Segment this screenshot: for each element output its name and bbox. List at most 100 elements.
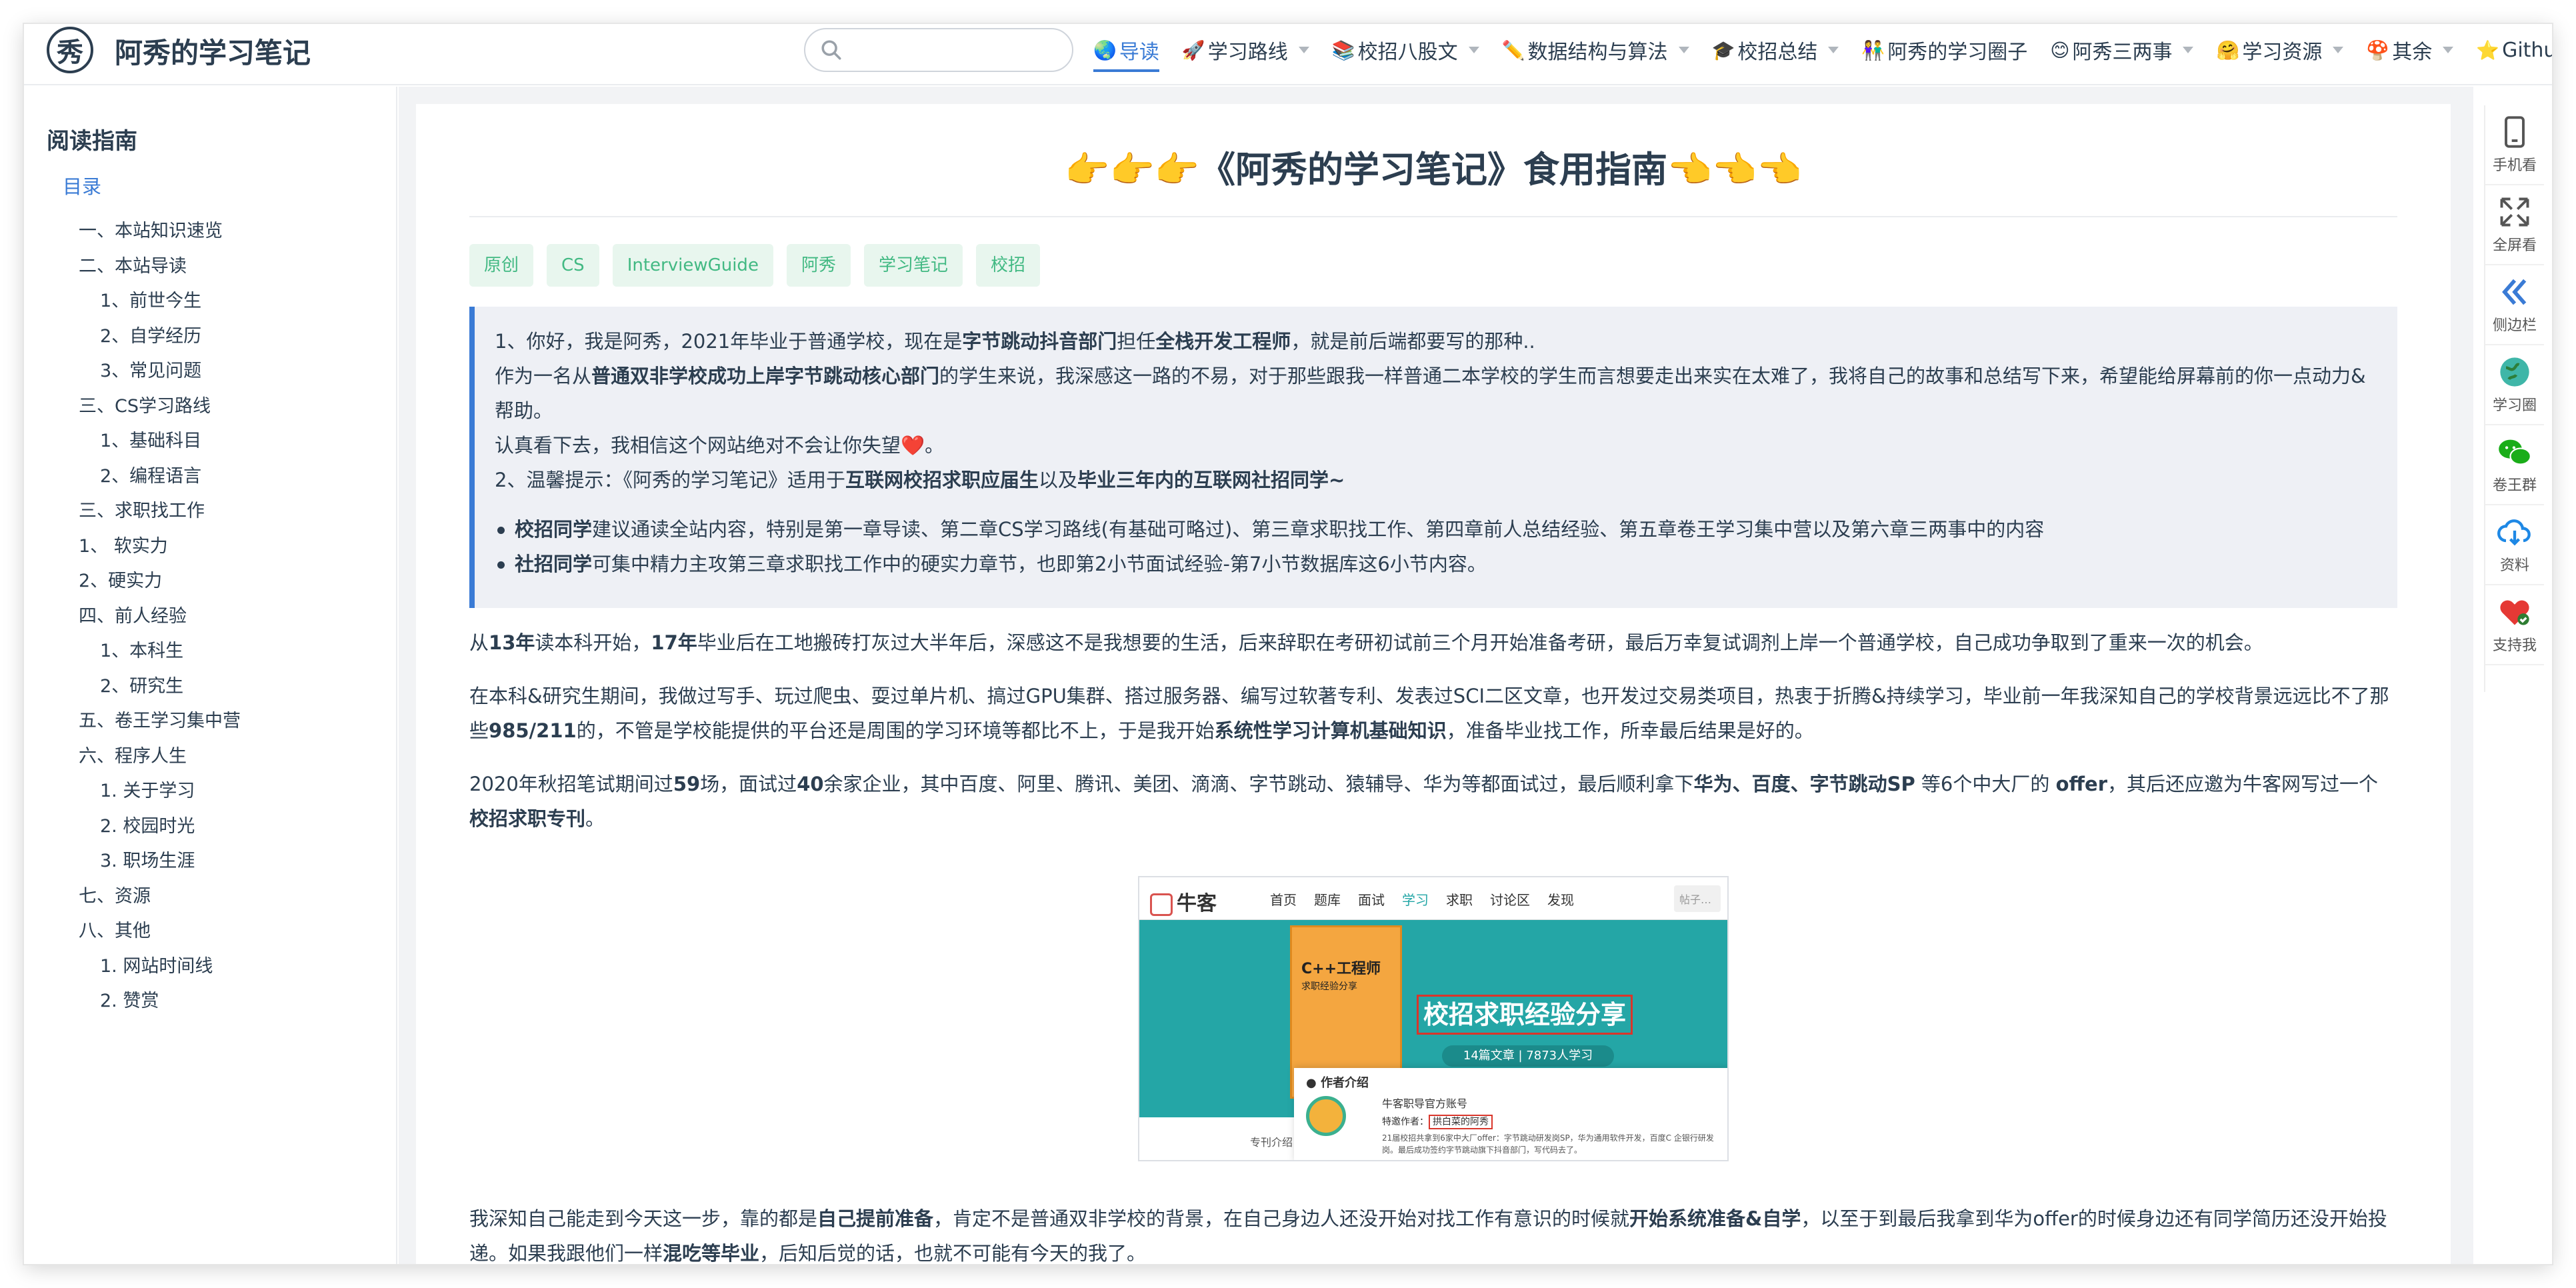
cloud-download-icon <box>2497 519 2531 546</box>
nav-emoji: 🚀 <box>1181 39 1205 61</box>
para-text: 从 <box>469 631 489 654</box>
sidebar-item[interactable]: 三、求职找工作 <box>24 494 396 529</box>
tip-strong: 社招同学 <box>515 553 593 575</box>
para-strong: 13年 <box>489 631 535 654</box>
sidebar-dir-link[interactable]: 目录 <box>24 171 396 199</box>
para-text: 。 <box>585 807 605 830</box>
sidebar-heading[interactable]: 阅读指南 <box>24 123 396 155</box>
search-box[interactable] <box>804 28 1073 72</box>
site-logo[interactable]: 秀 <box>47 27 93 73</box>
sidebar-item[interactable]: 八、其他 <box>24 914 396 949</box>
sidebar-item[interactable]: 2、研究生 <box>24 669 396 705</box>
toolbar-label: 学习圈 <box>2492 397 2537 414</box>
tip-text: 2、温馨提示：《阿秀的学习笔记》适用于 <box>495 469 845 491</box>
sidebar-item[interactable]: 七、资源 <box>24 879 396 915</box>
sidebar-toggle-button[interactable]: 侧边栏 <box>2485 265 2544 345</box>
nav-item-guide[interactable]: 🌏 导读 <box>1093 24 1159 76</box>
sidebar-item[interactable]: 2. 赞赏 <box>24 984 396 1019</box>
sidebar-item[interactable]: 1. 网站时间线 <box>24 949 396 985</box>
image-nav-item: 学习 <box>1402 892 1429 908</box>
image-logo-text: 牛客 <box>1177 892 1217 915</box>
site-title[interactable]: 阿秀的学习笔记 <box>115 31 311 71</box>
para-strong: 开始系统准备&自学 <box>1629 1207 1801 1230</box>
sidebar-item[interactable]: 二、本站导读 <box>24 249 396 285</box>
image-search: 帖子… <box>1674 885 1721 912</box>
resources-button[interactable]: 资料 <box>2485 505 2544 585</box>
sidebar-item[interactable]: 1、基础科目 <box>24 424 396 459</box>
tip-strong: 互联网校招求职应届生 <box>845 469 1039 491</box>
sidebar-item[interactable]: 2、自学经历 <box>24 319 396 355</box>
study-circle-button[interactable]: 学习圈 <box>2485 345 2544 425</box>
search-input[interactable] <box>852 36 1059 65</box>
nav-label: 学习资源 <box>2242 41 2323 64</box>
nav-item-others[interactable]: 🍄 其余 <box>2366 24 2454 76</box>
sidebar-item[interactable]: 3、常见问题 <box>24 354 396 389</box>
logo-mark-icon <box>1150 893 1173 916</box>
nav-label: 其余 <box>2392 41 2433 64</box>
nav-item-circle[interactable]: 👫 阿秀的学习圈子 <box>1861 24 2027 76</box>
sidebar-item[interactable]: 1、 软实力 <box>24 529 396 565</box>
phone-view-button[interactable]: 手机看 <box>2485 105 2544 185</box>
tag[interactable]: 阿秀 <box>786 244 851 287</box>
sidebar-item[interactable]: 1、本科生 <box>24 634 396 669</box>
top-navbar: 秀 阿秀的学习笔记 🌏 导读 🚀 学习路线 📚 校招八股文 ✏️ 数据结构与算法 🎓 校招… <box>24 24 2552 85</box>
image-nav-item: 发现 <box>1547 892 1574 908</box>
sidebar-item[interactable]: 1、前世今生 <box>24 284 396 319</box>
nav-item-algorithms[interactable]: ✏️ 数据结构与算法 <box>1502 24 1689 76</box>
image-header: 牛客 首页 题库 面试 学习 求职 讨论区 发现 帖子… <box>1139 877 1727 920</box>
nav-item-stories[interactable]: 😊 阿秀三两事 <box>2050 24 2194 76</box>
tip-line-1: 1、你好，我是阿秀，2021年毕业于普通学校，现在是字节跳动抖音部门担任全栈开发… <box>495 324 2377 359</box>
sidebar-item[interactable]: 2. 校园时光 <box>24 809 396 845</box>
sidebar: 阅读指南 目录 一、本站知识速览 二、本站导读 1、前世今生 2、自学经历 3、… <box>24 87 397 1264</box>
sidebar-item[interactable]: 3. 职场生涯 <box>24 844 396 879</box>
support-button[interactable]: 支持我 <box>2485 585 2544 665</box>
heart-icon <box>2500 600 2529 625</box>
tip-strong: 全栈开发工程师 <box>1155 330 1291 353</box>
tip-text: 作为一名从 <box>495 365 592 387</box>
card-name: 牛客职导官方账号 <box>1382 1097 1468 1110</box>
tip-strong: 校招同学 <box>515 518 593 541</box>
sidebar-item[interactable]: 一、本站知识速览 <box>24 214 396 249</box>
para-text: 读本科开始， <box>535 631 651 654</box>
fullscreen-icon <box>2500 197 2529 227</box>
globe-icon <box>2500 357 2529 387</box>
tag[interactable]: 校招 <box>975 244 1040 287</box>
tag[interactable]: 原创 <box>469 244 534 287</box>
nav-item-learning-path[interactable]: 🚀 学习路线 <box>1182 24 1309 76</box>
nav-item-interview-notes[interactable]: 📚 校招八股文 <box>1332 24 1479 76</box>
tag-list: 原创 CS InterviewGuide 阿秀 学习笔记 校招 <box>469 244 2397 287</box>
tag[interactable]: 学习笔记 <box>863 244 963 287</box>
sidebar-item[interactable]: 2、编程语言 <box>24 459 396 495</box>
sidebar-item[interactable]: 六、程序人生 <box>24 739 396 775</box>
nav-links: 🌏 导读 🚀 学习路线 📚 校招八股文 ✏️ 数据结构与算法 🎓 校招总结 👫 阿秀的学习圈… <box>1093 24 2552 76</box>
image-author-card: ● 作者介绍 牛客职导官方账号 特邀作者： 拱白菜的阿秀 21届校招共拿到6家中大… <box>1294 1068 1727 1160</box>
para-strong: 17年 <box>651 631 697 654</box>
para-text: 等6个中大厂的 <box>1915 773 2056 795</box>
image-banner: 校招求职经验分享 <box>1417 995 1633 1035</box>
fullscreen-button[interactable]: 全屏看 <box>2485 185 2544 265</box>
para-strong: 混吃等毕业 <box>663 1242 760 1264</box>
nav-item-summary[interactable]: 🎓 校招总结 <box>1712 24 1839 76</box>
para-text: 毕业后在工地搬砖打灰过大半年后，深感这不是我想要的生活，后来辞职在考研初试前三个… <box>697 631 2263 654</box>
toolbar-label: 卷王群 <box>2492 477 2537 494</box>
sidebar-item[interactable]: 五、卷王学习集中营 <box>24 704 396 739</box>
chevron-down-icon <box>2183 47 2194 53</box>
wechat-group-button[interactable]: 卷王群 <box>2485 425 2544 505</box>
nav-item-resources[interactable]: 🤗 学习资源 <box>2216 24 2344 76</box>
tip-text: 1、你好，我是阿秀，2021年毕业于普通学校，现在是 <box>495 330 963 353</box>
toolbar-label: 手机看 <box>2492 157 2537 174</box>
tag[interactable]: CS <box>547 244 599 287</box>
tag[interactable]: InterviewGuide <box>612 244 773 287</box>
para-strong: 华为、百度、字节跳动SP <box>1693 773 1915 795</box>
sidebar-item[interactable]: 三、CS学习路线 <box>24 389 396 425</box>
card-role-value: 拱白菜的阿秀 <box>1429 1115 1493 1129</box>
book-subtitle: 求职经验分享 <box>1301 981 1357 992</box>
para-text: ，后知后觉的话，也就不可能有今天的我了。 <box>759 1242 1147 1264</box>
sidebar-item[interactable]: 1. 关于学习 <box>24 774 396 809</box>
sidebar-item[interactable]: 四、前人经验 <box>24 599 396 635</box>
sidebar-item[interactable]: 2、硬实力 <box>24 564 396 599</box>
paragraph: 2020年秋招笔试期间过59场，面试过40余家企业，其中百度、阿里、腾讯、美团、… <box>469 767 2397 836</box>
nav-emoji: 👫 <box>1861 39 1885 61</box>
image-bottom-left: 专刊介绍 <box>1139 1117 1294 1160</box>
nav-item-github[interactable]: ⭐Github <box>2476 24 2552 76</box>
